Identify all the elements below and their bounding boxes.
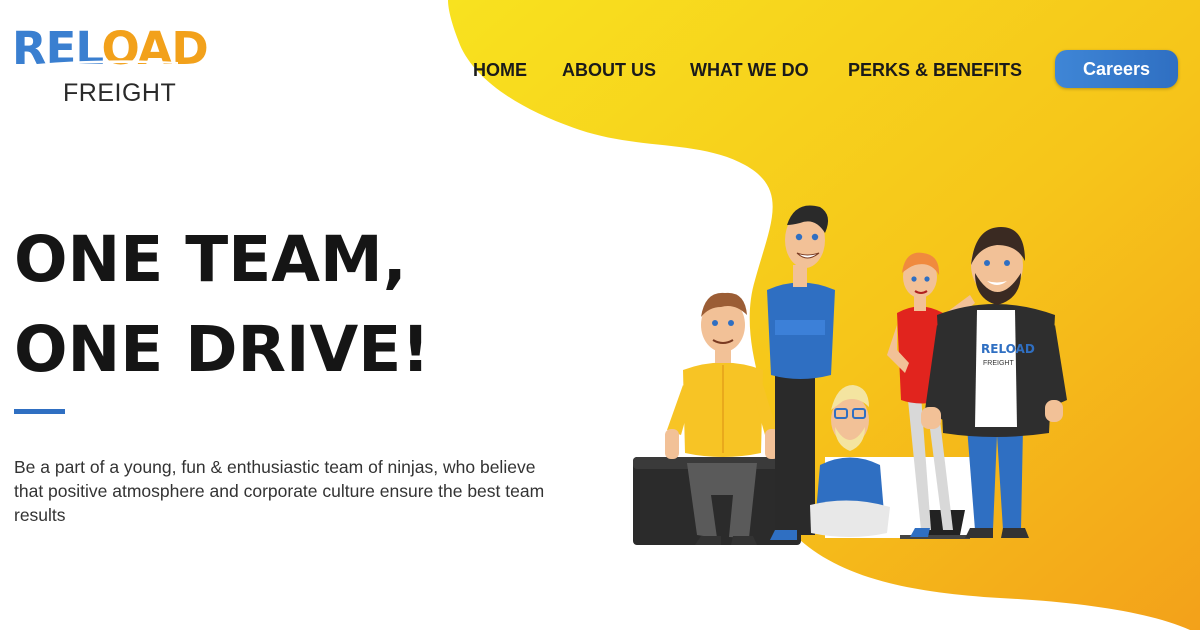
headline-underline (14, 409, 65, 414)
hero-headline-line-2: ONE DRIVE! (14, 313, 431, 386)
team-illustration: RELOAD FREIGHT (633, 205, 1067, 545)
nav-perks-benefits[interactable]: PERKS & BENEFITS (848, 57, 1022, 83)
careers-button[interactable]: Careers (1055, 50, 1178, 88)
shirt-logo-freight: FREIGHT (983, 360, 1014, 367)
reload-freight-logo[interactable]: RELOAD FREIGHT (12, 24, 227, 108)
nav-what-we-do[interactable]: WHAT WE DO (690, 57, 809, 83)
logo-wordmark-freight: FREIGHT (63, 79, 177, 107)
nav-home[interactable]: HOME (473, 57, 527, 83)
hero-description: Be a part of a young, fun & enthusiastic… (14, 457, 545, 525)
shirt-logo-reload: RELOAD (981, 342, 1035, 356)
hero-headline-line-1: ONE TEAM, (14, 223, 407, 296)
nav-about-us[interactable]: ABOUT US (562, 57, 656, 83)
logo-swoosh-icon (18, 60, 178, 68)
